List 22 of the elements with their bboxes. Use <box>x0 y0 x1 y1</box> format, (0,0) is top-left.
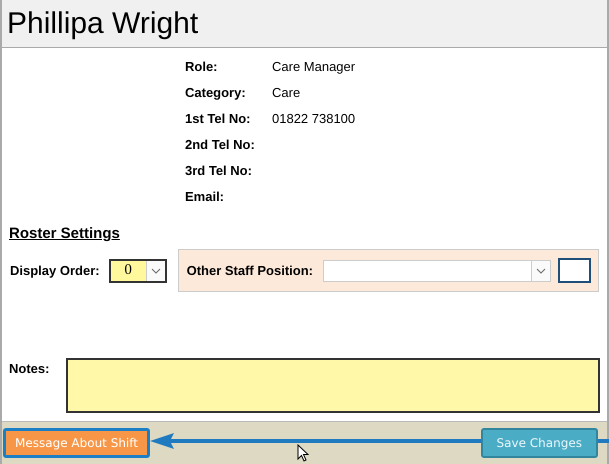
caret-icon <box>536 268 546 274</box>
field-label: Role: <box>185 58 218 76</box>
field-label: Category: <box>185 84 247 102</box>
display-order-dropdown[interactable]: 0 <box>108 258 167 282</box>
field-value: Care Manager <box>272 58 356 76</box>
field-label: Other Staff Position: <box>186 263 313 278</box>
action-button[interactable]: Message About Shift <box>3 428 150 458</box>
field-label: 1st Tel No: <box>185 110 252 128</box>
field-label: 3rd Tel No: <box>185 162 253 180</box>
field-label: Email: <box>185 188 226 206</box>
field-value: Care <box>272 84 302 102</box>
notes-field[interactable] <box>66 358 600 413</box>
field-label: Notes: <box>9 360 50 378</box>
cursor-icon <box>297 444 309 462</box>
caret-icon <box>150 268 161 274</box>
window-title: Phillipa Wright <box>7 6 198 40</box>
input-field[interactable] <box>558 258 591 283</box>
action-button[interactable]: Save Changes <box>480 428 598 458</box>
field-label: 2nd Tel No: <box>185 136 256 154</box>
field-label: Display Order: <box>10 263 100 278</box>
field-value: 01822 738100 <box>272 110 356 128</box>
section-heading: Roster Settings <box>9 225 120 242</box>
